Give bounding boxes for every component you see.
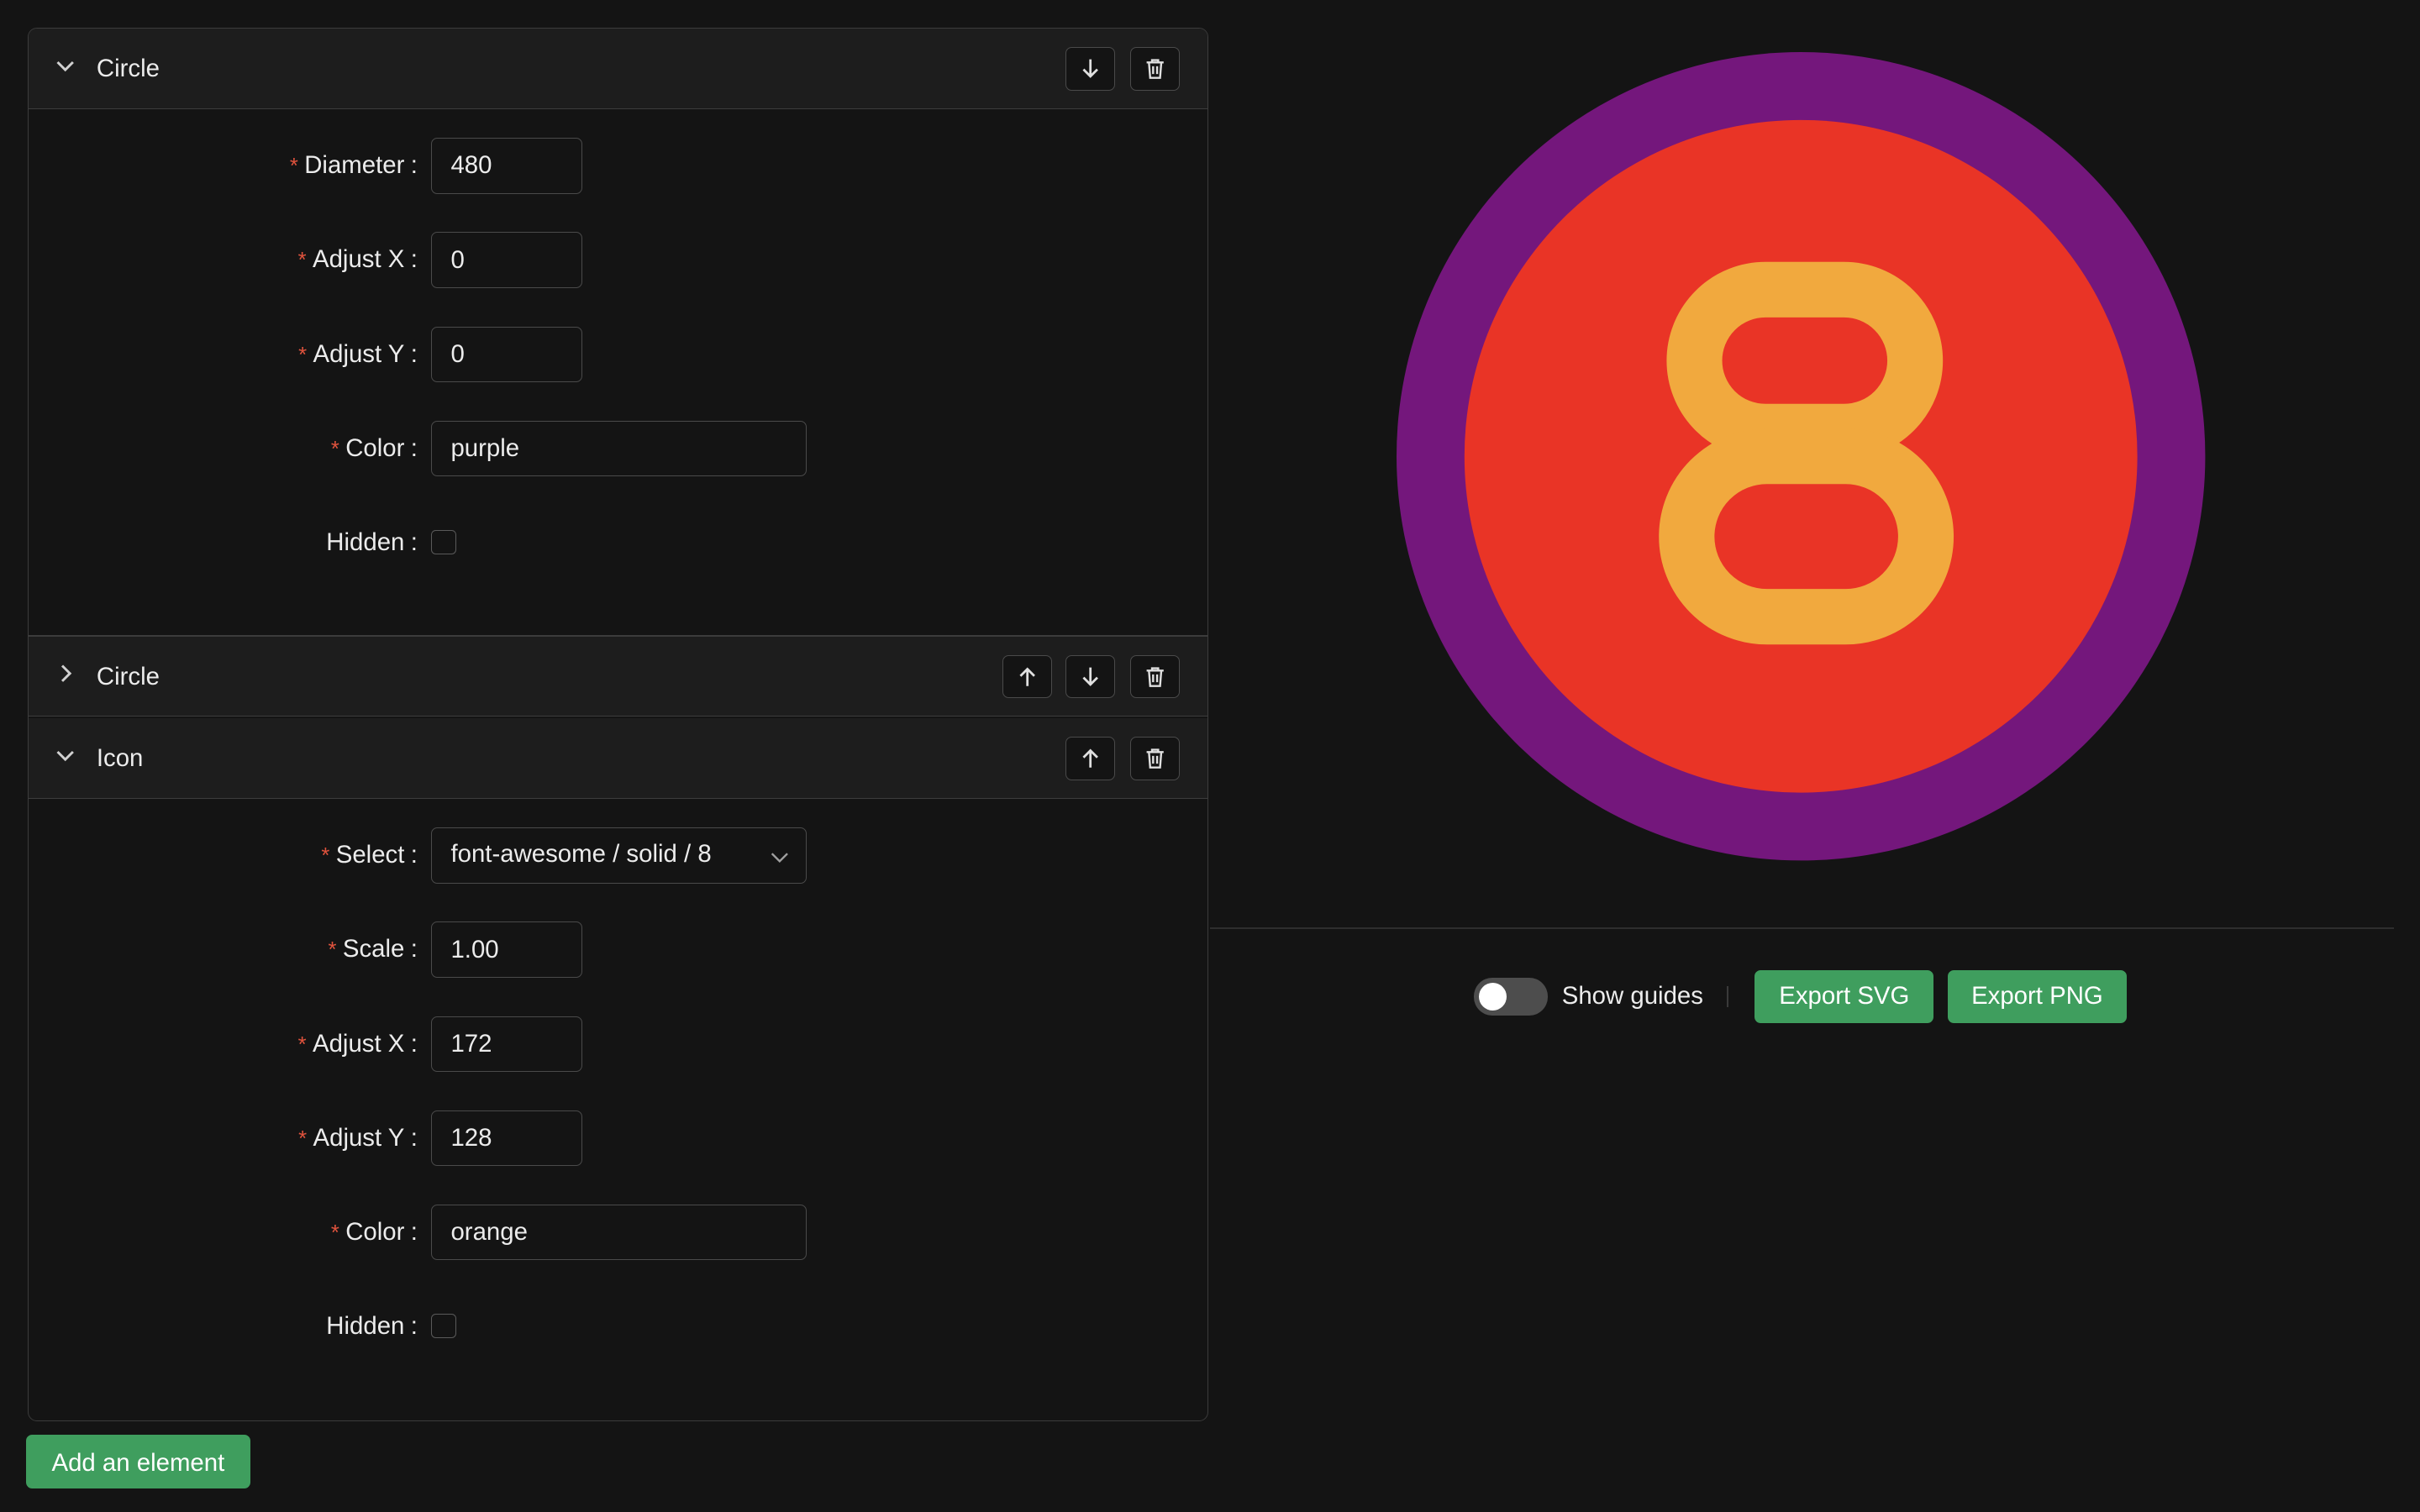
adjust-y-label: * Adjust Y: [298,1123,418,1152]
move-up-button[interactable] [1002,654,1052,699]
arrow-up-icon [1082,748,1098,768]
trash-icon [1146,748,1164,769]
adjust-y-input[interactable] [431,1110,583,1166]
chevron-down-icon[interactable] [53,53,77,77]
trash-icon [1146,59,1164,79]
adjust-x-input[interactable] [431,1016,583,1072]
diameter-label: * Diameter: [289,151,418,180]
add-element-button[interactable]: Add an element [26,1435,250,1489]
section-title: Icon [96,744,144,773]
field-diameter: * Diameter: [29,138,1207,194]
hidden-label: Hidden: [326,1311,418,1340]
chevron-down-icon[interactable] [53,743,77,767]
toolbar-separator [1727,985,1729,1008]
color-input[interactable] [431,420,807,476]
delete-button[interactable] [1130,737,1181,780]
arrow-up-icon [1019,667,1035,686]
field-select: * Select: font-awesome / solid / 8 [29,827,1207,884]
section-title: Circle [96,55,160,83]
select-label: * Select: [321,841,418,869]
hidden-label: Hidden: [326,528,418,556]
adjust-y-input[interactable] [431,326,583,382]
field-color: * Color: [29,1204,1207,1260]
move-down-button[interactable] [1065,47,1116,91]
field-scale: * Scale: [29,921,1207,978]
field-hidden: Hidden: [29,515,1207,570]
export-svg-button[interactable]: Export SVG [1754,970,1934,1023]
show-guides-toggle[interactable] [1474,978,1549,1016]
field-adjust-y: * Adjust Y: [29,1110,1207,1166]
field-adjust-y: * Adjust Y: [29,326,1207,382]
field-adjust-x: * Adjust X: [29,232,1207,288]
chevron-right-icon[interactable] [53,661,77,685]
adjust-x-input[interactable] [431,232,583,288]
arrow-down-icon [1082,667,1098,686]
field-color: * Color: [29,420,1207,476]
section-header-icon[interactable]: Icon [29,718,1208,799]
color-input[interactable] [431,1204,807,1260]
move-down-button[interactable] [1065,654,1116,699]
color-label: * Color: [330,1217,418,1246]
field-hidden: Hidden: [29,1299,1207,1354]
delete-button[interactable] [1130,654,1181,699]
hidden-checkbox[interactable] [431,529,456,555]
preview-canvas [1397,52,2206,861]
adjust-x-label: * Adjust X: [297,1029,418,1058]
diameter-input[interactable] [431,138,583,194]
toggle-knob [1478,982,1507,1011]
scale-input[interactable] [431,921,583,978]
color-label: * Color: [330,433,418,462]
icon-select[interactable]: font-awesome / solid / 8 [431,827,807,884]
delete-button[interactable] [1130,47,1181,91]
icon-select-value: font-awesome / solid / 8 [450,840,712,869]
section-title: Circle [96,662,160,690]
section-header-circle-2[interactable]: Circle [29,636,1208,717]
show-guides-label: Show guides [1561,982,1703,1011]
adjust-x-label: * Adjust X: [297,245,418,274]
adjust-y-label: * Adjust Y: [298,339,418,368]
arrow-down-icon [1082,59,1098,78]
field-adjust-x: * Adjust X: [29,1016,1207,1072]
hidden-checkbox[interactable] [431,1314,456,1339]
trash-icon [1146,667,1164,687]
section-header-circle-1[interactable]: Circle [29,29,1208,109]
preview-divider [1209,927,2394,929]
export-png-button[interactable]: Export PNG [1947,970,2127,1023]
scale-label: * Scale: [328,935,418,963]
elements-panel: Circle *Diameter: *Adjust X: *Adjust Y: … [28,28,1209,1421]
move-up-button[interactable] [1065,737,1116,780]
chevron-down-icon [771,852,788,863]
